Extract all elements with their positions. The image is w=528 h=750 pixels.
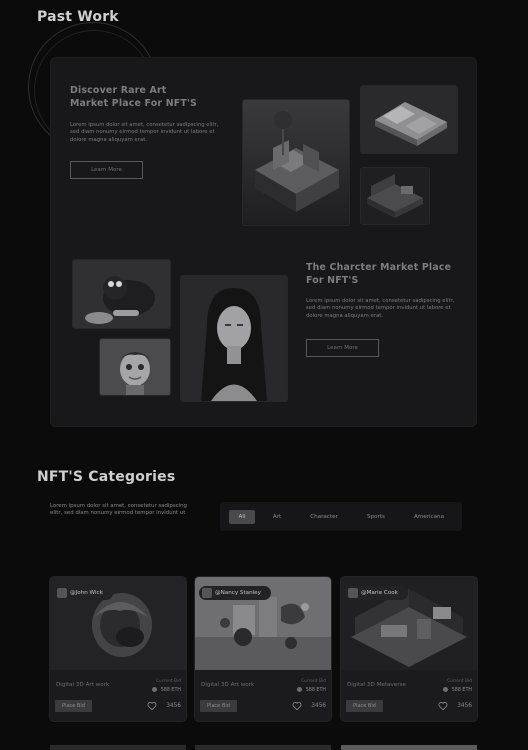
nft-card[interactable]: @Marie Cook Digital 3D Metaverse Current… [341, 577, 477, 721]
tab-all[interactable]: All [229, 510, 255, 524]
tab-americana[interactable]: Americana [404, 510, 454, 524]
nft-card-title: Digital 3D Metaverse [347, 682, 406, 688]
feature2-title-line2: For NFT'S [306, 275, 359, 286]
feature2-body-line1: Lorem ipsum dolor sit amet, consetetur s… [306, 298, 455, 304]
feature1-learn-more-button[interactable]: Learn More [70, 161, 143, 179]
art-image-isometric-house [243, 100, 349, 225]
feature2-body-line2: sed diam nonumy eirmod tempor invidunt u… [306, 305, 451, 312]
place-bid-button[interactable]: Place Bid [346, 700, 383, 712]
creator-chip[interactable]: @Nancy Stanley [199, 586, 271, 600]
eth-coin-icon [151, 687, 157, 692]
creator-name: @Nancy Stanley [215, 590, 261, 596]
feature1-body-line3: dolore magna aliquyam erat. [70, 136, 147, 143]
creator-chip[interactable]: @John Wick [54, 586, 113, 600]
creator-chip[interactable]: @Marie Cook [345, 586, 408, 600]
creator-name: @John Wick [70, 590, 103, 596]
next-row-card-edge [195, 745, 331, 750]
heart-icon[interactable] [292, 701, 302, 711]
tab-character[interactable]: Character [300, 510, 348, 524]
next-row-card-edge [50, 745, 186, 750]
categories-desc-line2: elitr, sed diam nonumy eirmod tempor inv… [50, 510, 186, 517]
current-bid-value: 588 ETH [451, 688, 472, 693]
feature2-body-line3: dolore magna aliquyam erat. [306, 312, 383, 319]
character-image-boy [100, 339, 170, 395]
avatar [202, 588, 212, 598]
current-bid-value: 588 ETH [160, 688, 181, 693]
categories-title: NFT'S Categories [37, 469, 176, 485]
nft-card[interactable]: @John Wick Digital 3D Art work Current B… [50, 577, 186, 721]
tab-sports[interactable]: Sports [356, 510, 396, 524]
feature2-title: The Charcter Market Place For NFT'S [306, 261, 451, 287]
feature1-title: Discover Rare Art Market Place For NFT'S [70, 84, 197, 110]
likes-count: 3456 [166, 703, 181, 709]
eth-coin-icon [296, 687, 302, 692]
heart-icon[interactable] [438, 701, 448, 711]
feature1-body-line2: sed diam nonumy eirmod tempor invidunt u… [70, 129, 215, 136]
character-image-dog [73, 260, 170, 328]
likes-count: 3456 [457, 703, 472, 709]
current-bid-label: Current Bid [301, 679, 326, 684]
likes-count: 3456 [311, 703, 326, 709]
categories-description: Lorem ipsum dolor sit amet, consetetur s… [50, 503, 210, 517]
feature2-learn-more-button[interactable]: Learn More [306, 339, 379, 357]
feature2-title-line1: The Charcter Market Place [306, 262, 452, 273]
creator-name: @Marie Cook [361, 590, 398, 596]
current-bid-label: Current Bid [447, 679, 472, 684]
current-bid: 588 ETH [296, 687, 326, 693]
avatar [57, 588, 67, 598]
next-row-card-edge [341, 745, 477, 750]
current-bid: 588 ETH [151, 687, 181, 693]
place-bid-button[interactable]: Place Bid [200, 700, 237, 712]
nft-card[interactable]: @Nancy Stanley Digital 3D Art work Curre… [195, 577, 331, 721]
eth-coin-icon [442, 687, 448, 692]
heart-icon[interactable] [147, 701, 157, 711]
place-bid-button[interactable]: Place Bid [55, 700, 92, 712]
feature1-body-line1: Lorem ipsum dolor sit amet, consetetur s… [70, 122, 219, 128]
categories-desc-line1: Lorem ipsum dolor sit amet, consetetur s… [50, 503, 187, 509]
character-image-woman [181, 276, 287, 401]
nft-card-title: Digital 3D Art work [201, 682, 255, 688]
feature1-title-line2: Market Place For NFT'S [70, 98, 197, 109]
feature1-body: Lorem ipsum dolor sit amet, consetetur s… [70, 122, 230, 144]
nft-card-title: Digital 3D Art work [56, 682, 110, 688]
feature2-body: Lorem ipsum dolor sit amet, consetetur s… [306, 298, 471, 320]
tab-art[interactable]: Art [264, 510, 290, 524]
art-image-blocks [361, 86, 457, 153]
current-bid-label: Current Bid [156, 679, 181, 684]
feature1-title-line1: Discover Rare Art [70, 85, 167, 96]
art-image-room [361, 168, 429, 224]
current-bid: 588 ETH [442, 687, 472, 693]
avatar [348, 588, 358, 598]
current-bid-value: 588 ETH [305, 688, 326, 693]
